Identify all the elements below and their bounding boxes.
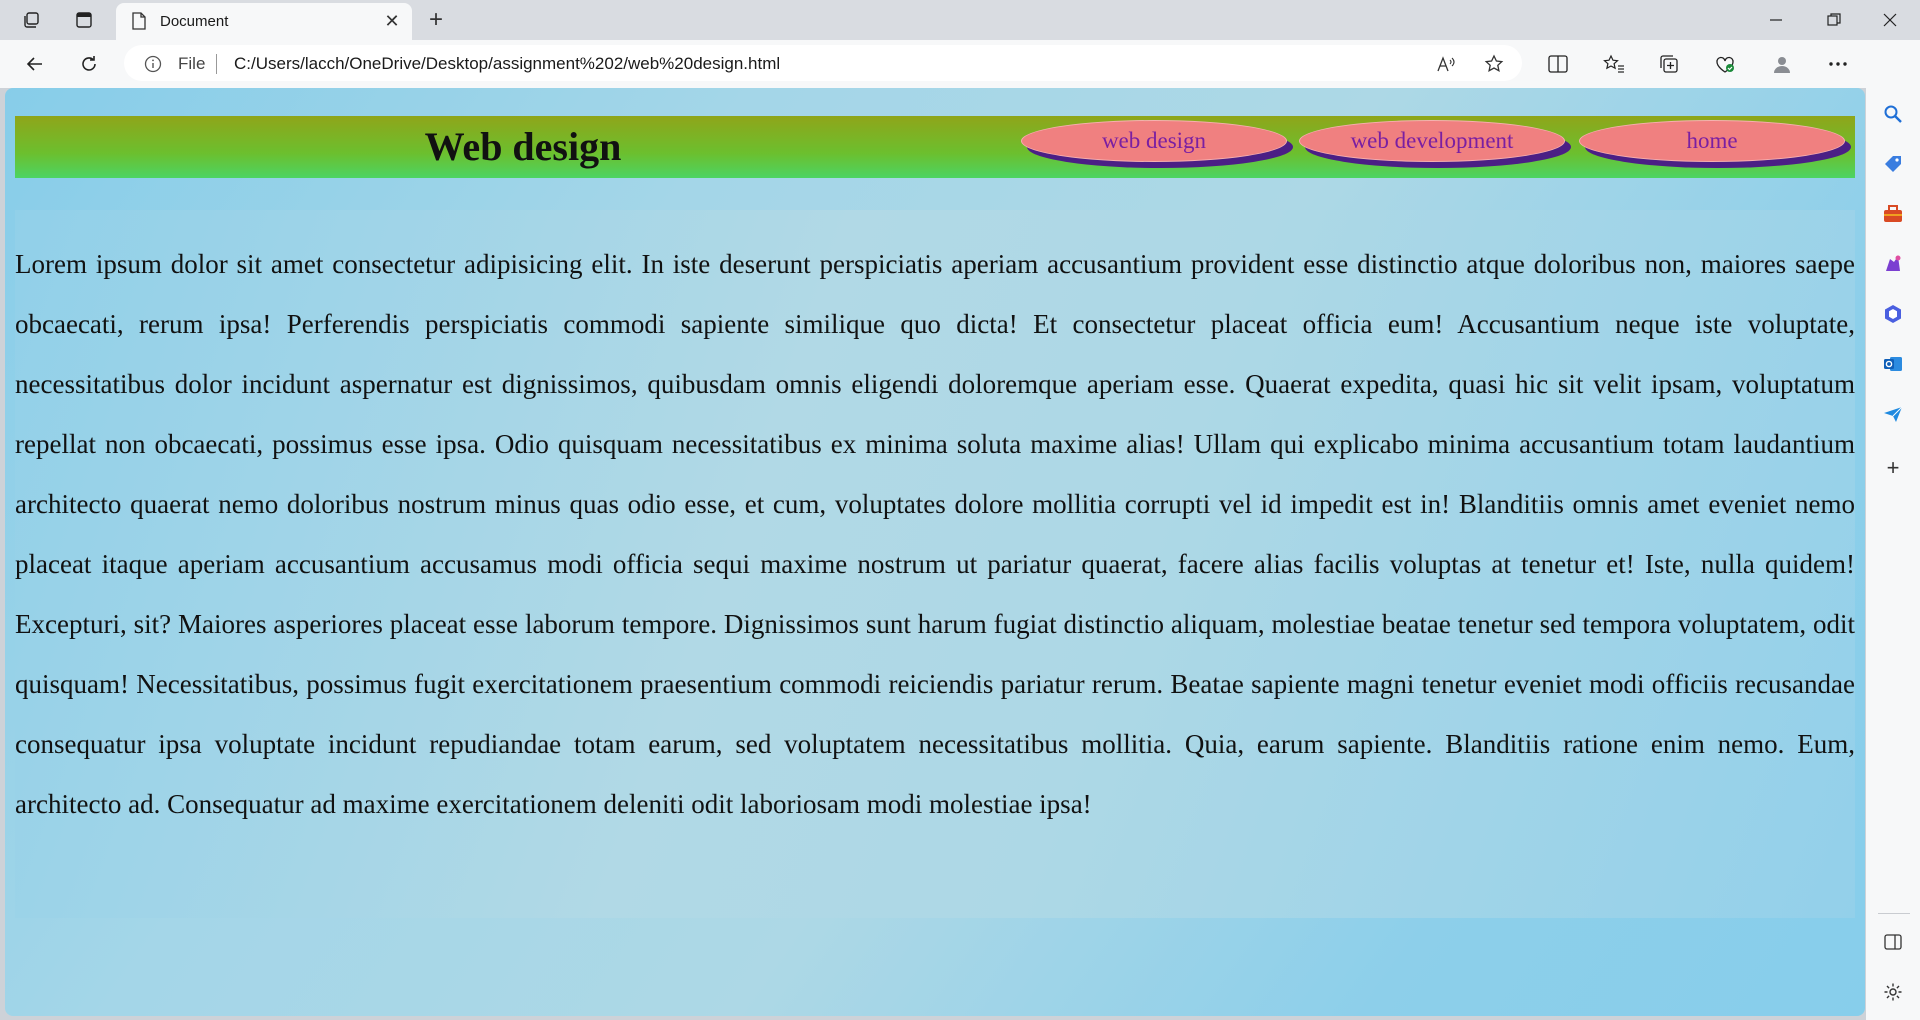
- sidebar-divider: [1878, 913, 1910, 914]
- browser-essentials-icon[interactable]: [1710, 50, 1740, 78]
- games-icon[interactable]: [1879, 250, 1907, 278]
- profile-icon[interactable]: [1767, 50, 1797, 78]
- tab-document[interactable]: Document ✕: [116, 3, 412, 40]
- nav-home[interactable]: home: [1579, 120, 1845, 162]
- read-aloud-icon[interactable]: [1434, 53, 1458, 75]
- drop-icon[interactable]: [1879, 400, 1907, 428]
- favorites-icon[interactable]: [1599, 50, 1629, 78]
- new-tab-button[interactable]: +: [420, 5, 452, 35]
- tab-title: Document: [160, 13, 229, 30]
- protocol-label: File: [178, 54, 206, 73]
- content-section: Lorem ipsum dolor sit amet consectetur a…: [15, 210, 1855, 918]
- page-title: Web design: [424, 124, 622, 169]
- page-viewport: Web design web design web development ho…: [5, 88, 1865, 1016]
- back-icon[interactable]: [18, 48, 52, 80]
- close-tab-icon[interactable]: ✕: [380, 9, 404, 33]
- split-screen-icon[interactable]: [1543, 50, 1573, 78]
- search-icon[interactable]: [1879, 100, 1907, 128]
- page-icon: [132, 12, 146, 30]
- url-text[interactable]: C:/Users/lacch/OneDrive/Desktop/assignme…: [234, 54, 780, 74]
- address-separator: [216, 54, 217, 74]
- settings-icon[interactable]: [1879, 978, 1907, 1006]
- shopping-icon[interactable]: [1879, 150, 1907, 178]
- add-icon[interactable]: +: [1879, 454, 1907, 482]
- restore-button[interactable]: [1804, 0, 1864, 40]
- info-icon[interactable]: [144, 55, 162, 73]
- title-bar: Document ✕ +: [0, 0, 1920, 40]
- favorite-star-icon[interactable]: [1482, 53, 1506, 75]
- site-header: Web design web design web development ho…: [15, 116, 1855, 178]
- vertical-tabs-icon[interactable]: [66, 6, 102, 34]
- close-window-button[interactable]: [1860, 0, 1920, 40]
- refresh-icon[interactable]: [72, 48, 106, 80]
- browser-toolbar: File C:/Users/lacch/OneDrive/Desktop/ass…: [0, 40, 1920, 88]
- edge-sidebar: +: [1866, 40, 1920, 1020]
- minimize-button[interactable]: [1746, 0, 1806, 40]
- tools-icon[interactable]: [1879, 200, 1907, 228]
- workspaces-icon[interactable]: [14, 6, 50, 34]
- body-paragraph: Lorem ipsum dolor sit amet consectetur a…: [15, 249, 1855, 819]
- sidebar-toggle-icon[interactable]: [1879, 928, 1907, 956]
- address-bar[interactable]: File C:/Users/lacch/OneDrive/Desktop/ass…: [124, 45, 1522, 81]
- office-icon[interactable]: [1879, 300, 1907, 328]
- collections-icon[interactable]: [1654, 50, 1684, 78]
- nav-web-design[interactable]: web design: [1021, 120, 1287, 162]
- nav-web-development[interactable]: web development: [1299, 120, 1565, 162]
- outlook-icon[interactable]: [1879, 350, 1907, 378]
- more-icon[interactable]: [1823, 50, 1853, 78]
